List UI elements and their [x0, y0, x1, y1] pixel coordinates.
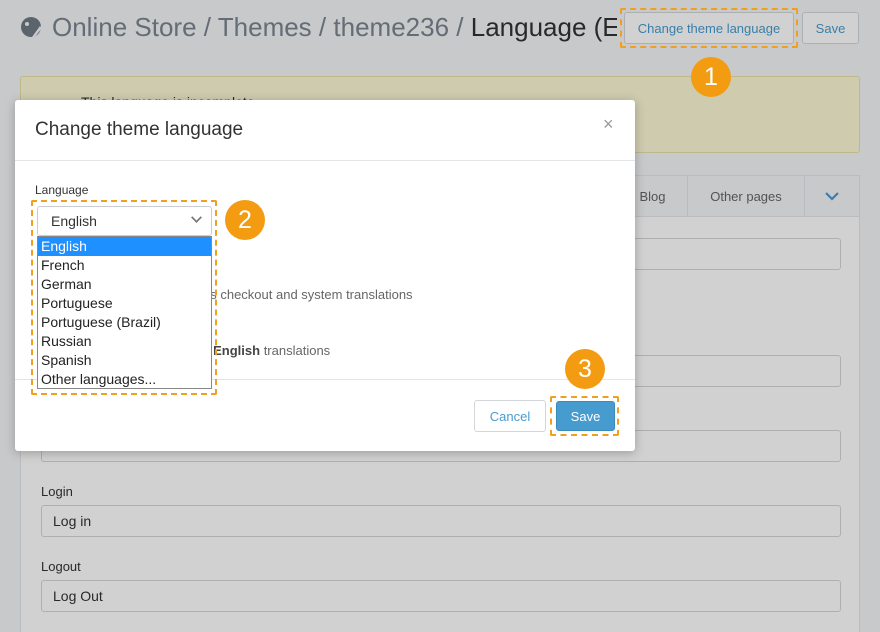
option-description-1: es checkout and system translations [203, 287, 413, 302]
option-description-2-language: English [213, 343, 261, 358]
step-badge-1: 1 [691, 57, 731, 97]
close-icon[interactable]: × [603, 114, 614, 135]
modal-title: Change theme language [35, 119, 244, 140]
highlight-box-2 [31, 200, 217, 395]
highlight-box-3 [550, 396, 619, 436]
cancel-button[interactable]: Cancel [474, 400, 546, 432]
modal-header: Change theme language × [15, 100, 635, 161]
step-badge-2: 2 [225, 200, 265, 240]
step-badge-3: 3 [565, 349, 605, 389]
highlight-box-1 [620, 8, 798, 48]
option-description-2-suffix: translations [260, 343, 331, 358]
language-label: Language [35, 183, 89, 197]
option-description-2: s English translations [203, 343, 330, 358]
